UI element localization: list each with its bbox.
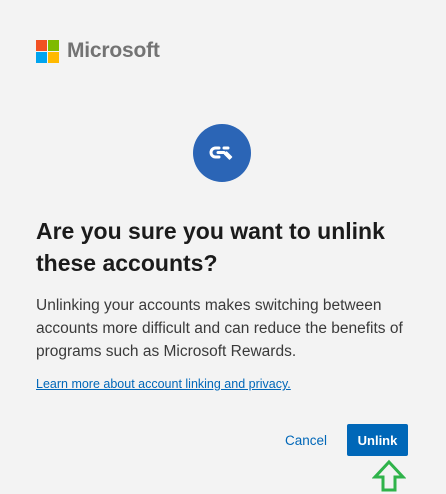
logo-square-yellow xyxy=(48,51,59,63)
unlink-icon xyxy=(209,146,233,160)
dialog-title: Are you sure you want to unlink these ac… xyxy=(36,218,385,276)
logo-square-blue xyxy=(36,51,47,63)
microsoft-logo: Microsoft xyxy=(36,39,160,63)
logo-square-red xyxy=(36,39,47,51)
cancel-button[interactable]: Cancel xyxy=(278,426,334,454)
brand-name: Microsoft xyxy=(67,39,160,62)
up-arrow-icon xyxy=(372,459,406,492)
microsoft-logo-icon xyxy=(36,39,59,63)
dialog-description: Unlinking your accounts makes switching … xyxy=(36,297,403,360)
learn-more-link[interactable]: Learn more about account linking and pri… xyxy=(36,377,291,391)
unlink-button[interactable]: Unlink xyxy=(347,424,408,456)
unlink-badge xyxy=(193,124,251,182)
logo-square-green xyxy=(48,39,59,51)
